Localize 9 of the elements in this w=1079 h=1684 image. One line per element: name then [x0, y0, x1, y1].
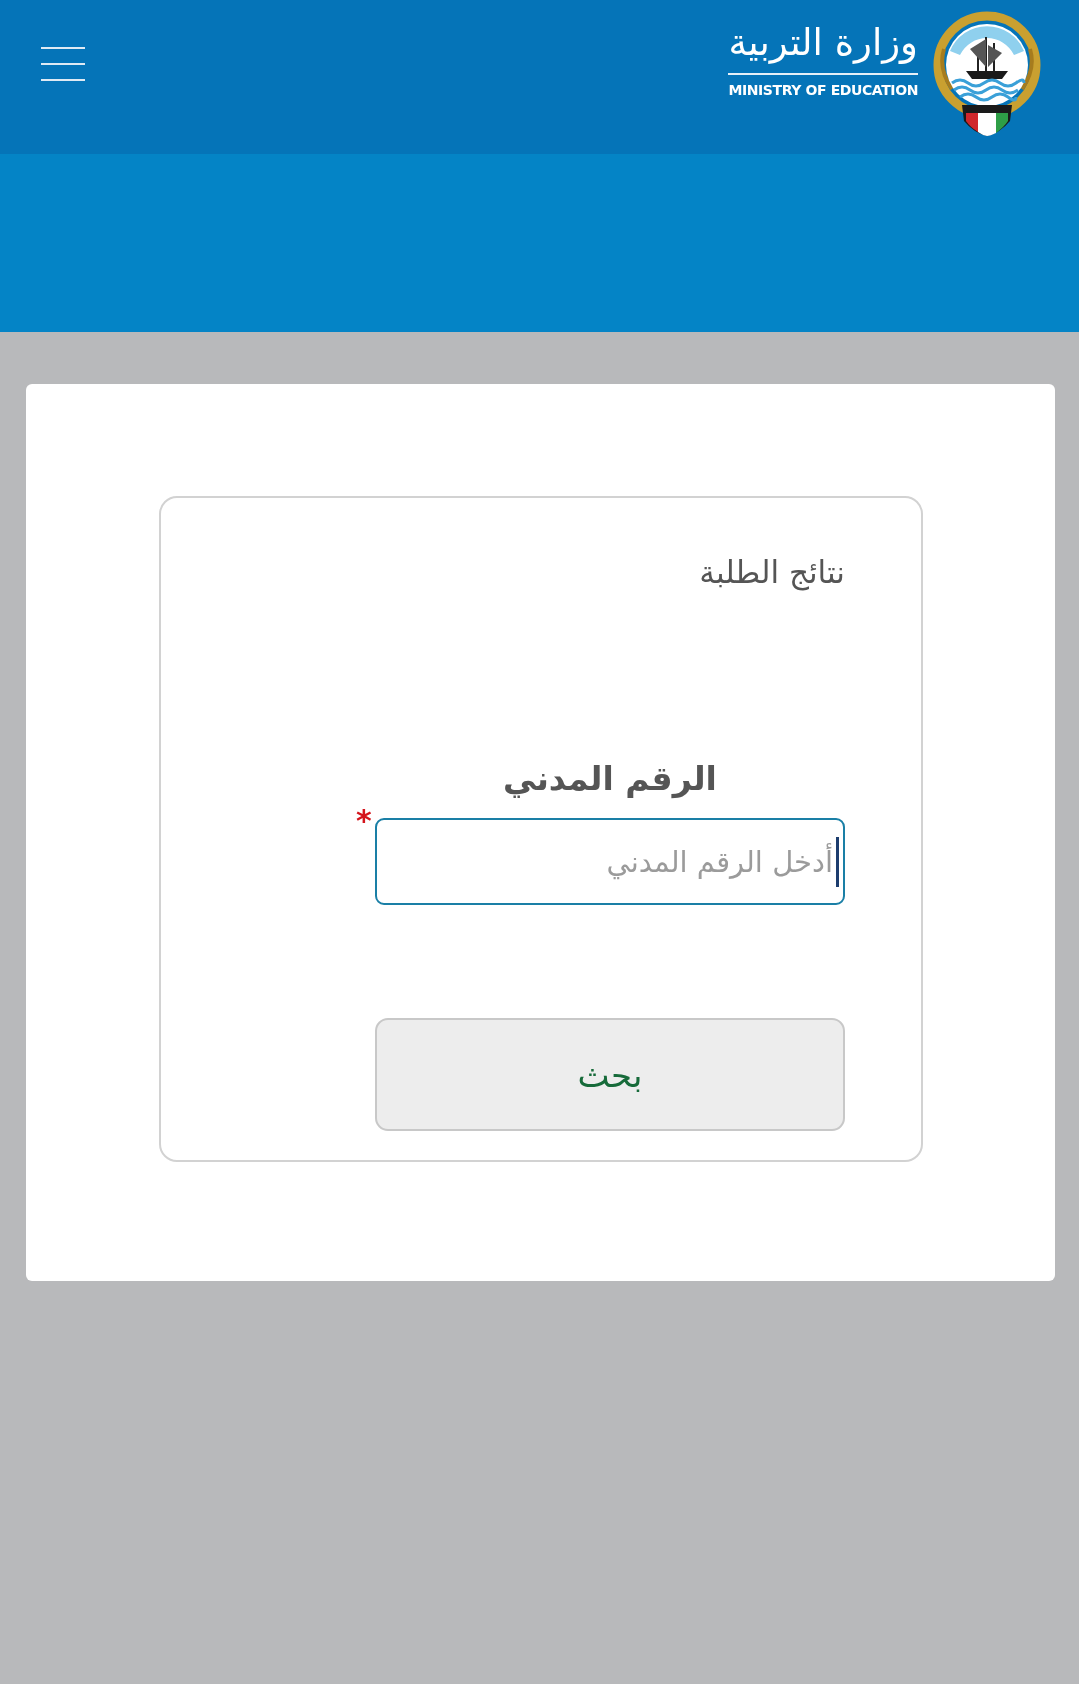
search-button[interactable]: بحث	[375, 1018, 845, 1131]
menu-icon	[41, 47, 85, 81]
field-label: الرقم المدني	[503, 758, 717, 801]
logo-arabic-text: وزارة التربية	[728, 20, 918, 66]
logo-english-text: MINISTRY OF EDUCATION	[728, 81, 918, 100]
form-title: نتائج الطلبة	[699, 553, 845, 593]
text-cursor-icon	[836, 836, 839, 887]
menu-button[interactable]	[41, 47, 85, 81]
required-mark: *	[356, 806, 373, 836]
